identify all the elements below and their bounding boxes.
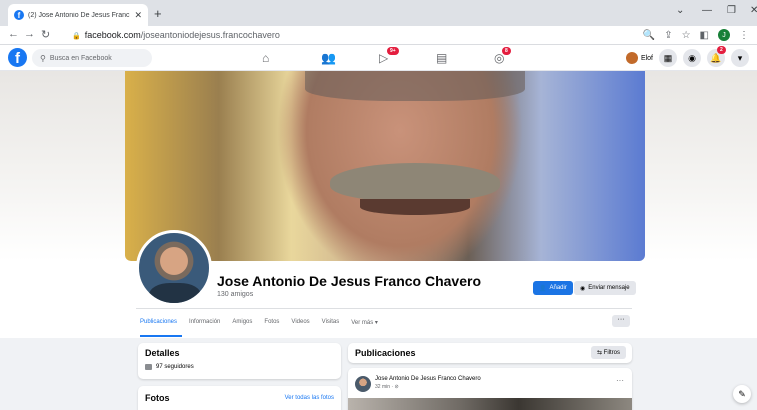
photos-card: Fotos Ver todas las fotos — [138, 386, 341, 410]
gaming-icon[interactable]: ◎ 8 — [494, 47, 511, 65]
tab-publicaciones[interactable]: Publicaciones — [140, 319, 177, 326]
facebook-search-input[interactable]: ⚲ Busca en Facebook — [32, 49, 152, 67]
filters-button[interactable]: ⇆ Filtros — [590, 346, 626, 359]
marketplace-icon[interactable]: ▤ — [436, 51, 447, 65]
search-icon: ⚲ — [40, 53, 46, 63]
post-options-button[interactable]: ··· — [616, 376, 624, 385]
side-panel-icon[interactable]: ◧ — [700, 30, 709, 41]
tab-title: (2) Jose Antonio De Jesus Franc — [28, 11, 130, 19]
new-tab-button[interactable]: + — [154, 6, 162, 21]
profile-more-button[interactable]: ··· — [612, 315, 630, 327]
address-bar-row: ← → ↻ 🔒 facebook.com/joseantoniodejesus.f… — [0, 26, 757, 45]
cover-mustache-shape — [330, 163, 500, 201]
grid-icon: ▦ — [663, 52, 673, 63]
posts-title: Publicaciones — [355, 348, 416, 358]
close-window-button[interactable]: ✕ — [750, 5, 757, 16]
lock-icon: 🔒 — [72, 33, 81, 40]
cover-photo[interactable] — [125, 71, 645, 261]
url-host: facebook.com — [84, 30, 141, 40]
profile-avatar-photo[interactable] — [136, 230, 212, 306]
url-path: /joseantoniodejesus.francochavero — [140, 30, 280, 40]
tab-amigos[interactable]: Amigos — [232, 319, 252, 326]
browser-tab-strip: f (2) Jose Antonio De Jesus Franc ✕ + ⌄ … — [0, 0, 757, 26]
post-author-avatar[interactable] — [355, 376, 371, 392]
add-friend-icon: 👤 — [539, 285, 547, 292]
followers-count[interactable]: 97 seguidores — [156, 364, 194, 370]
post-author-name[interactable]: Jose Antonio De Jesus Franco Chavero — [375, 376, 481, 382]
video-icon[interactable]: ▷ 9+ — [379, 47, 399, 65]
messenger-button[interactable]: ◉ — [683, 49, 701, 67]
me-button[interactable]: Elof — [625, 52, 653, 64]
send-message-button[interactable]: ◉ Enviar mensaje — [574, 281, 636, 295]
friends-icon[interactable]: 👥 — [321, 51, 336, 65]
video-badge: 9+ — [387, 47, 399, 55]
facebook-favicon-icon: f — [14, 10, 24, 20]
forward-icon[interactable]: → — [24, 28, 35, 40]
share-icon[interactable]: ⇪ — [664, 30, 672, 41]
new-message-button[interactable]: ✎ — [733, 385, 751, 403]
add-friend-label: Añadir — [549, 285, 567, 291]
back-icon[interactable]: ← — [8, 28, 19, 40]
minimize-button[interactable]: — — [702, 5, 712, 16]
messenger-small-icon: ◉ — [580, 285, 586, 292]
cover-hair-shape — [305, 71, 525, 101]
tab-fotos[interactable]: Fotos — [264, 319, 279, 326]
home-icon[interactable]: ⌂ — [262, 51, 269, 65]
tab-visitas[interactable]: Visitas — [322, 319, 340, 326]
active-tab-indicator — [140, 335, 182, 337]
post-image[interactable] — [348, 398, 632, 410]
add-friend-button[interactable]: 👤 Añadir — [533, 281, 573, 295]
post-card: Jose Antonio De Jesus Franco Chavero 32 … — [348, 368, 632, 410]
compose-icon: ✎ — [738, 388, 746, 399]
friends-count-link[interactable]: 130 amigos — [217, 291, 253, 298]
see-all-photos-link[interactable]: Ver todas las fotos — [285, 395, 334, 401]
post-timestamp[interactable]: 32 min · ⊘ — [375, 384, 399, 390]
profile-divider — [136, 308, 632, 309]
zoom-icon[interactable]: 🔍 — [643, 30, 655, 41]
menu-grid-button[interactable]: ▦ — [659, 49, 677, 67]
tab-informacion[interactable]: Información — [189, 319, 220, 326]
details-card: Detalles 97 seguidores — [138, 343, 341, 379]
followers-row: 97 seguidores — [145, 364, 334, 370]
url-field[interactable]: 🔒 facebook.com/joseantoniodejesus.francoc… — [72, 30, 280, 40]
bell-icon: 🔔 — [710, 52, 722, 63]
profile-tabs: Publicaciones Información Amigos Fotos V… — [140, 319, 378, 326]
chevron-down-icon: ▾ — [737, 52, 743, 63]
avatar-shirt-shape — [149, 283, 201, 303]
send-message-label: Enviar mensaje — [588, 285, 630, 291]
tab-videos[interactable]: Videos — [291, 319, 309, 326]
profile-avatar[interactable]: J — [718, 29, 730, 41]
facebook-header: f ⚲ Busca en Facebook ⌂ 👥 ▷ 9+ ▤ ◎ 8 Elof … — [0, 45, 757, 71]
tab-search-icon[interactable]: ⌄ — [676, 5, 684, 16]
bookmark-star-icon[interactable]: ☆ — [682, 30, 691, 41]
account-menu-button[interactable]: ▾ — [731, 49, 749, 67]
details-title: Detalles — [145, 348, 180, 358]
restore-button[interactable]: ❐ — [727, 5, 736, 16]
header-right-actions: Elof ▦ ◉ 🔔 2 ▾ — [625, 46, 749, 67]
browser-toolbar-icons: 🔍 ⇪ ☆ ◧ J ⋮ — [643, 29, 749, 41]
tab-ver-mas[interactable]: Ver más ▾ — [351, 319, 378, 326]
close-tab-icon[interactable]: ✕ — [134, 10, 142, 21]
notifications-button[interactable]: 🔔 2 — [707, 46, 726, 67]
followers-icon — [145, 364, 152, 370]
messenger-icon: ◉ — [688, 52, 696, 63]
me-name: Elof — [640, 54, 653, 62]
profile-name: Jose Antonio De Jesus Franco Chavero — [217, 273, 481, 289]
gaming-badge: 8 — [502, 47, 511, 55]
cover-mouth-shape — [360, 199, 470, 215]
browser-tab[interactable]: f (2) Jose Antonio De Jesus Franc ✕ — [8, 4, 148, 26]
reload-icon[interactable]: ↻ — [41, 28, 50, 41]
search-placeholder: Busca en Facebook — [49, 54, 112, 62]
chrome-menu-icon[interactable]: ⋮ — [739, 30, 749, 41]
me-avatar — [625, 52, 638, 64]
posts-header-card: Publicaciones ⇆ Filtros — [348, 343, 632, 363]
facebook-logo-icon[interactable]: f — [8, 48, 27, 67]
notifications-badge: 2 — [717, 46, 726, 54]
